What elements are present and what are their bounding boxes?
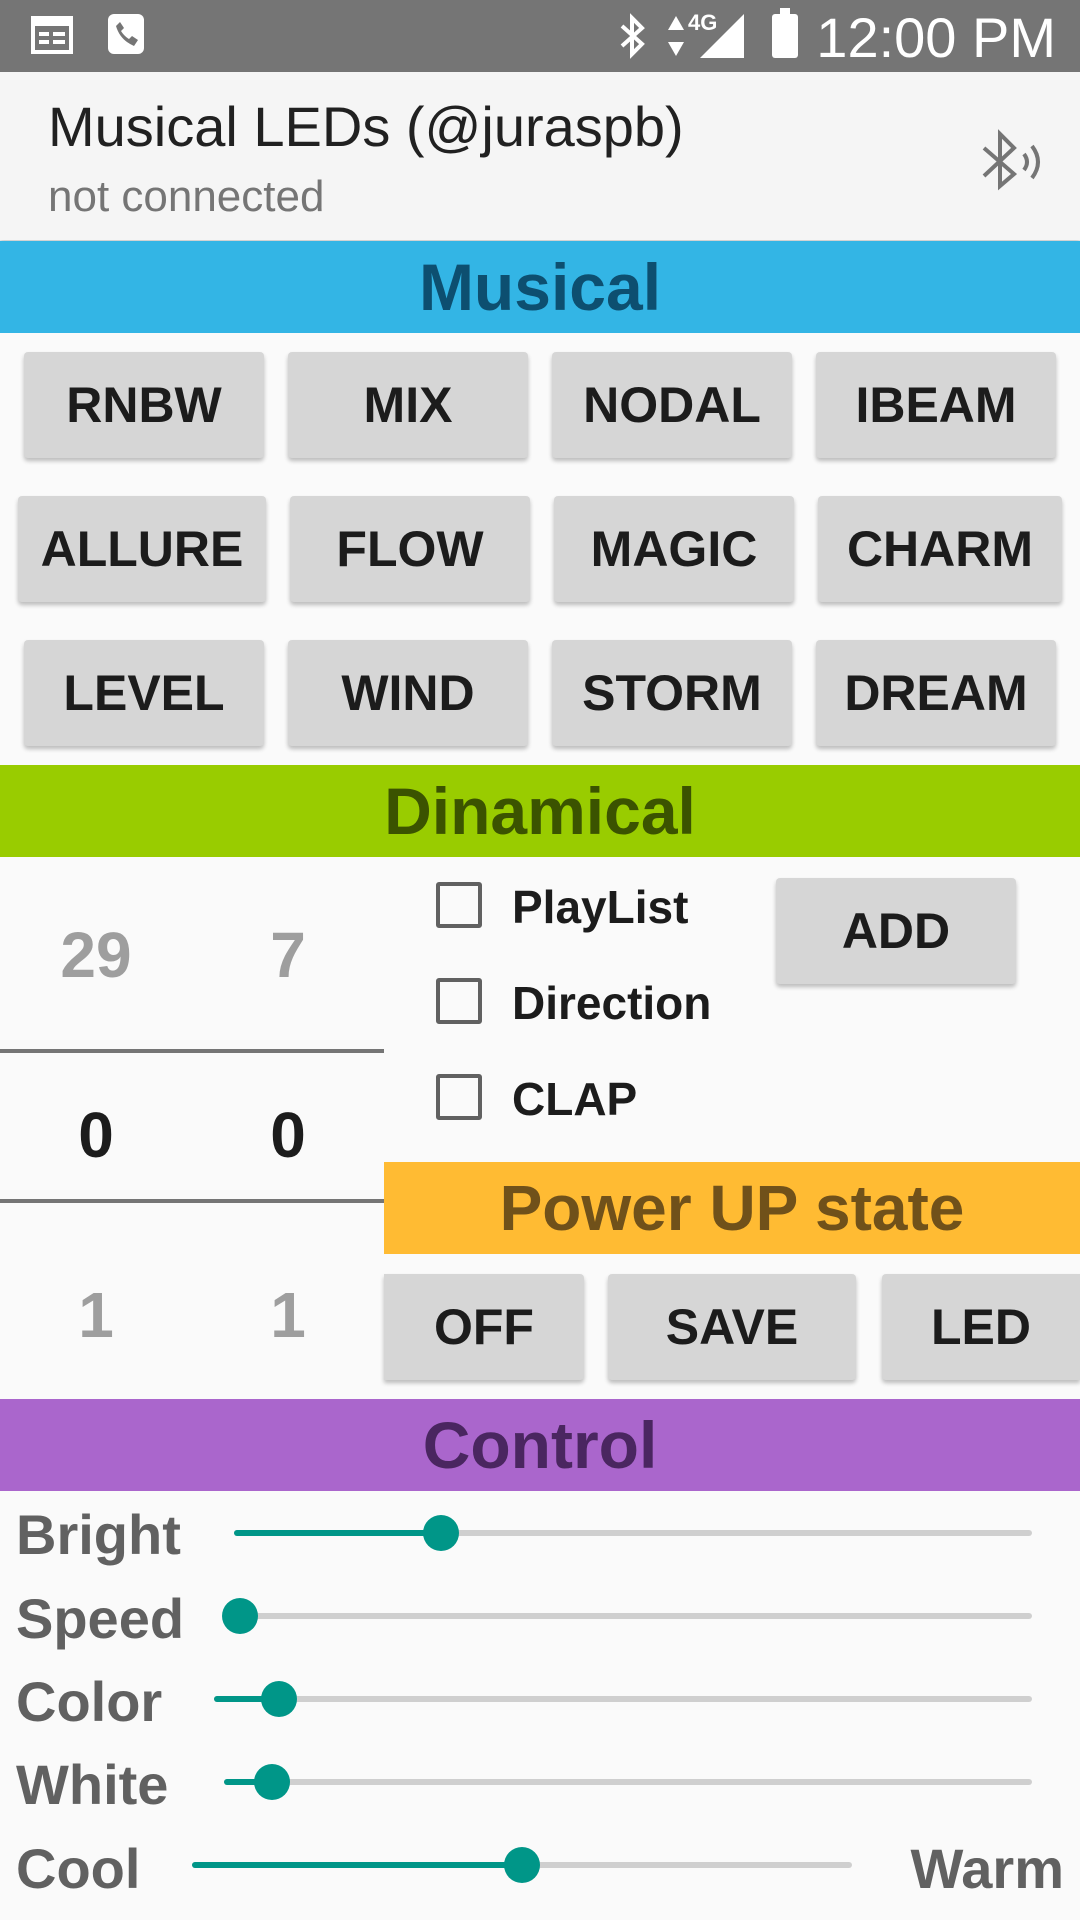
picker-left-above[interactable]: 29 [36,918,156,992]
checkbox-label: PlayList [512,881,689,933]
mode-button-level[interactable]: LEVEL [24,640,264,746]
checkbox-label: CLAP [512,1073,638,1125]
cool-label: Cool [16,1837,141,1900]
bluetooth-icon [618,12,648,71]
bright-label: Bright [16,1503,181,1566]
slider-thumb[interactable] [504,1847,540,1883]
power-up-header: Power UP state [384,1162,1080,1254]
slider-thumb[interactable] [254,1764,291,1800]
power-off-button[interactable]: OFF [384,1274,584,1380]
mode-button-wind[interactable]: WIND [288,640,528,746]
status-time: 12:00 PM [816,6,1056,69]
speed-label: Speed [16,1587,185,1650]
mode-button-ibeam[interactable]: IBEAM [816,352,1056,458]
checkbox-box[interactable] [436,882,482,928]
cool-warm-slider[interactable] [192,1847,852,1883]
calendar-icon [30,12,74,67]
mode-button-flow[interactable]: FLOW [290,496,530,602]
slider-thumb[interactable] [261,1681,298,1717]
mode-button-allure[interactable]: ALLURE [18,496,266,602]
connection-status: not connected [48,172,325,221]
color-label: Color [16,1670,163,1733]
power-save-button[interactable]: SAVE [608,1274,856,1380]
checkbox-label: Direction [512,977,712,1029]
mode-button-magic[interactable]: MAGIC [554,496,794,602]
signal-icon [700,14,744,58]
data-transfer-icon [666,12,686,71]
control-header: Control [0,1399,1080,1491]
number-pickers[interactable]: 29 7 0 0 1 1 [0,858,384,1398]
white-slider[interactable] [224,1764,1032,1800]
slider-thumb[interactable] [423,1515,460,1551]
picker-left-selected[interactable]: 0 [36,1098,156,1172]
sip-call-icon [106,12,146,67]
picker-right-above[interactable]: 7 [228,918,348,992]
mode-button-rnbw[interactable]: RNBW [24,352,264,458]
mode-button-mix[interactable]: MIX [288,352,528,458]
slider-thumb[interactable] [222,1598,258,1634]
slider-fill [234,1530,442,1536]
picker-divider-top [0,1049,384,1053]
checkbox-box[interactable] [436,978,482,1024]
warm-label: Warm [910,1837,1064,1900]
battery-icon [772,8,798,58]
picker-right-below[interactable]: 1 [228,1278,348,1352]
mode-button-nodal[interactable]: NODAL [552,352,792,458]
color-slider[interactable] [214,1681,1032,1717]
bluetooth-searching-icon[interactable] [970,122,1050,202]
bright-slider[interactable] [234,1515,1032,1551]
checkbox-box[interactable] [436,1074,482,1120]
picker-right-selected[interactable]: 0 [228,1098,348,1172]
mode-button-dream[interactable]: DREAM [816,640,1056,746]
app-bar: Musical LEDs (@juraspb) not connected [0,72,1080,240]
status-bar: 4G 12:00 PM [0,0,1080,72]
slider-fill [192,1862,522,1868]
picker-divider-bottom [0,1199,384,1203]
white-label: White [16,1753,169,1816]
mode-button-charm[interactable]: CHARM [818,496,1062,602]
speed-slider[interactable] [222,1598,1032,1634]
picker-left-below[interactable]: 1 [36,1278,156,1352]
app-title: Musical LEDs (@juraspb) [48,95,684,158]
power-led-button[interactable]: LED [882,1274,1080,1380]
musical-header: Musical [0,241,1080,333]
dinamical-header: Dinamical [0,765,1080,857]
add-button[interactable]: ADD [776,878,1016,984]
mode-button-storm[interactable]: STORM [552,640,792,746]
